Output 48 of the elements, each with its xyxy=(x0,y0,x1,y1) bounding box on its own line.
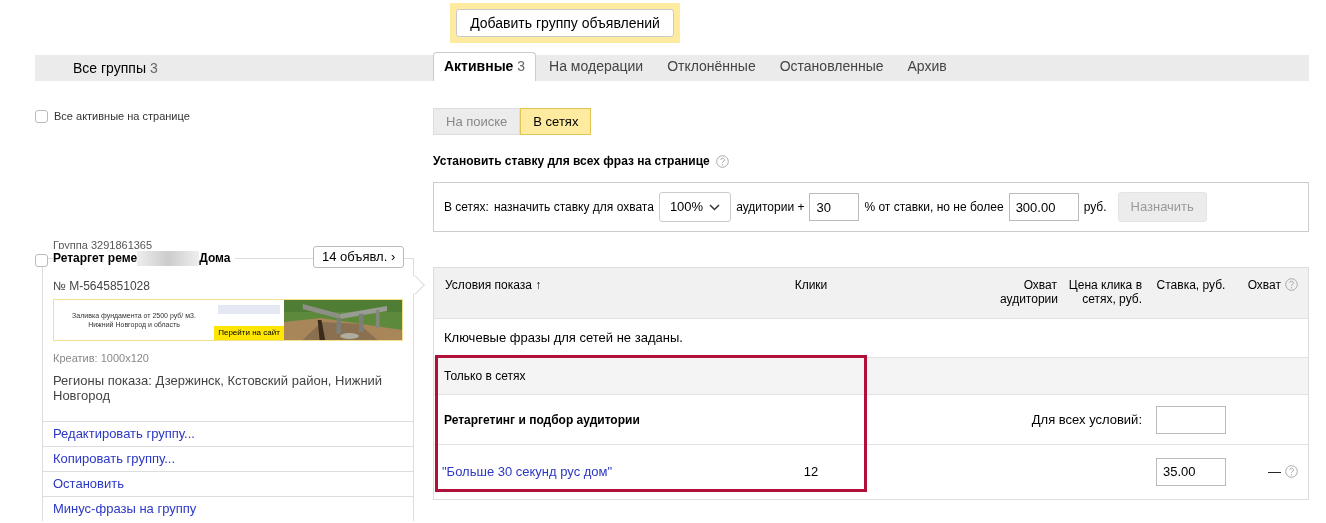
regions-text: Регионы показа: Дзержинск, Кстовский район, Нижний Новгород xyxy=(53,372,384,403)
tab[interactable]: Остановленные xyxy=(768,52,895,81)
chevron-down-icon xyxy=(709,203,721,211)
empty-message: Ключевые фразы для сетей не заданы. xyxy=(443,329,684,347)
column-header: Клики xyxy=(794,278,828,292)
field-label: руб. xyxy=(1083,199,1107,216)
column-header: Охват xyxy=(1247,278,1281,292)
blurred-text xyxy=(218,305,280,314)
help-icon[interactable] xyxy=(1285,278,1298,291)
bid-field[interactable]: 35.00 xyxy=(1156,457,1226,486)
group-title: Ретаргет реме xyxy=(53,250,138,267)
field-label: В сетях: xyxy=(444,199,489,216)
field-label: аудитории + xyxy=(736,199,805,216)
max-bid-field[interactable]: 300.00 xyxy=(1008,193,1079,221)
column-header: Охват аудитории xyxy=(1000,278,1058,306)
condition-link[interactable]: "Больше 30 секунд рус дом" xyxy=(442,461,613,482)
field-label: Для всех условий: xyxy=(1031,410,1142,429)
tab[interactable]: Отклонённые xyxy=(656,52,767,81)
tab[interactable]: Активные 3 xyxy=(433,52,537,81)
group-title: Дома xyxy=(199,250,231,267)
group-action-link[interactable]: Минус-фразы на группу xyxy=(42,496,414,521)
ad-number: № M-5645851028 xyxy=(53,278,151,295)
field-label: % от ставки, но не более xyxy=(864,199,1004,216)
subsection-title: Ретаргетинг и подбор аудитории xyxy=(444,412,640,427)
help-icon[interactable] xyxy=(1285,465,1298,478)
tab[interactable]: На модерации xyxy=(538,52,655,81)
blurred-text xyxy=(137,250,200,266)
table-cell-text: — xyxy=(1268,462,1281,481)
section-label: Только в сетях xyxy=(444,368,526,383)
percent-field[interactable]: 30 xyxy=(809,193,860,221)
add-ad-group-button[interactable]: Добавить группу объявлений xyxy=(456,9,674,37)
checkbox-label: Все активные на странице xyxy=(54,109,190,124)
creative-size: Креатив: 1000x120 xyxy=(53,351,150,366)
column-header: Ставка, руб. xyxy=(1156,278,1226,292)
field-label: назначить ставку для охвата xyxy=(493,199,654,216)
coverage-dropdown[interactable]: 100% xyxy=(658,192,732,222)
tab[interactable]: Архив xyxy=(896,52,958,81)
ads-count-button[interactable]: 14 объявл. › xyxy=(313,246,405,268)
checkbox[interactable] xyxy=(35,109,48,123)
column-header: Условия показа ↑ xyxy=(445,278,542,292)
bid-field[interactable] xyxy=(1156,405,1226,434)
all-groups-link[interactable]: Все группы 3 xyxy=(73,59,158,76)
toggle-button[interactable]: В сетях xyxy=(520,108,592,135)
column-header: Цена клика в сетях, руб. xyxy=(1068,278,1142,306)
help-icon[interactable] xyxy=(715,154,729,168)
checkbox[interactable] xyxy=(35,254,48,267)
section-title: Установить ставку для всех фраз на странице xyxy=(433,153,710,170)
table-cell-text: 12 xyxy=(803,462,819,481)
